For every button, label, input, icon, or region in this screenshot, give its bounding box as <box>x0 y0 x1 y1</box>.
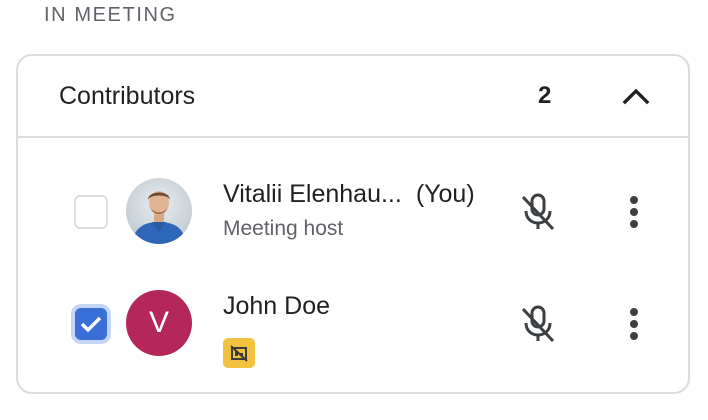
more-vert-icon <box>630 196 638 228</box>
section-label: IN MEETING <box>44 4 177 26</box>
no-presentation-icon <box>230 345 248 362</box>
panel-title: Contributors <box>59 82 196 110</box>
participant-row: V John Doe <box>18 272 688 372</box>
mic-toggle-button[interactable] <box>516 190 560 234</box>
chevron-up-icon <box>622 88 650 105</box>
collapse-button[interactable] <box>616 76 656 116</box>
contributor-count: 2 <box>538 82 552 109</box>
checkmark-icon <box>80 316 102 333</box>
participant-checkbox[interactable] <box>75 308 107 340</box>
more-vert-icon <box>630 308 638 340</box>
more-options-button[interactable] <box>614 190 654 234</box>
avatar <box>126 178 192 244</box>
participant-row: Vitalii Elenhau... (You) Meeting host <box>18 160 688 260</box>
mic-off-icon <box>521 193 555 231</box>
presentation-tag <box>223 338 255 368</box>
participant-name-text: Vitalii Elenhau... <box>223 180 402 208</box>
participant-name: John Doe <box>223 292 331 320</box>
contributors-panel: Contributors 2 Vitalii Elenhau... (You) … <box>16 54 690 394</box>
participant-name: Vitalii Elenhau... (You) <box>223 180 475 209</box>
you-label: (You) <box>415 180 475 208</box>
mic-off-icon <box>521 305 555 343</box>
avatar-photo <box>126 178 192 244</box>
contributors-header[interactable]: Contributors 2 <box>18 56 688 138</box>
participant-checkbox[interactable] <box>74 195 108 229</box>
participant-role: Meeting host <box>223 217 344 240</box>
more-options-button[interactable] <box>614 302 654 346</box>
avatar: V <box>126 290 192 356</box>
mic-toggle-button[interactable] <box>516 302 560 346</box>
